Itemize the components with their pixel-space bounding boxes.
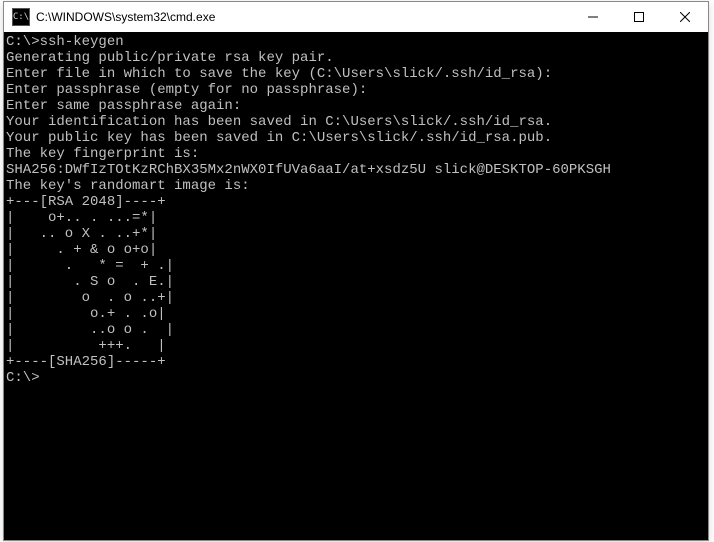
terminal-line: | o.+ . .o| <box>6 306 706 322</box>
minimize-button[interactable] <box>570 2 616 32</box>
maximize-icon <box>634 12 644 22</box>
cmd-icon: C:\ <box>12 8 30 26</box>
cmd-window: C:\ C:\WINDOWS\system32\cmd.exe C:\>ssh-… <box>3 1 709 541</box>
terminal-output[interactable]: C:\>ssh-keygenGenerating public/private … <box>4 32 708 540</box>
titlebar[interactable]: C:\ C:\WINDOWS\system32\cmd.exe <box>4 2 708 32</box>
terminal-line: | . S o . E.| <box>6 274 706 290</box>
terminal-line: | o+.. . ...=*| <box>6 210 706 226</box>
window-title: C:\WINDOWS\system32\cmd.exe <box>36 10 570 24</box>
terminal-line: Enter same passphrase again: <box>6 98 706 114</box>
terminal-line: SHA256:DWfIzTOtKzRChBX35Mx2nWX0IfUVa6aaI… <box>6 162 706 178</box>
terminal-line: C:\> <box>6 370 706 386</box>
terminal-line: Enter file in which to save the key (C:\… <box>6 66 706 82</box>
close-button[interactable] <box>662 2 708 32</box>
terminal-line: Your identification has been saved in C:… <box>6 114 706 130</box>
terminal-line: +---[RSA 2048]----+ <box>6 194 706 210</box>
terminal-line: | o . o ..+| <box>6 290 706 306</box>
minimize-icon <box>588 12 598 22</box>
terminal-line: Your public key has been saved in C:\Use… <box>6 130 706 146</box>
terminal-line: The key fingerprint is: <box>6 146 706 162</box>
terminal-line: | ..o o . | <box>6 322 706 338</box>
maximize-button[interactable] <box>616 2 662 32</box>
terminal-line: | . * = + .| <box>6 258 706 274</box>
terminal-line: C:\>ssh-keygen <box>6 34 706 50</box>
close-icon <box>680 12 690 22</box>
terminal-line: Enter passphrase (empty for no passphras… <box>6 82 706 98</box>
terminal-line: The key's randomart image is: <box>6 178 706 194</box>
terminal-line: | . + & o o+o| <box>6 242 706 258</box>
window-controls <box>570 2 708 32</box>
terminal-line: | .. o X . ..+*| <box>6 226 706 242</box>
terminal-line: | +++. | <box>6 338 706 354</box>
terminal-line: +----[SHA256]-----+ <box>6 354 706 370</box>
terminal-line: Generating public/private rsa key pair. <box>6 50 706 66</box>
